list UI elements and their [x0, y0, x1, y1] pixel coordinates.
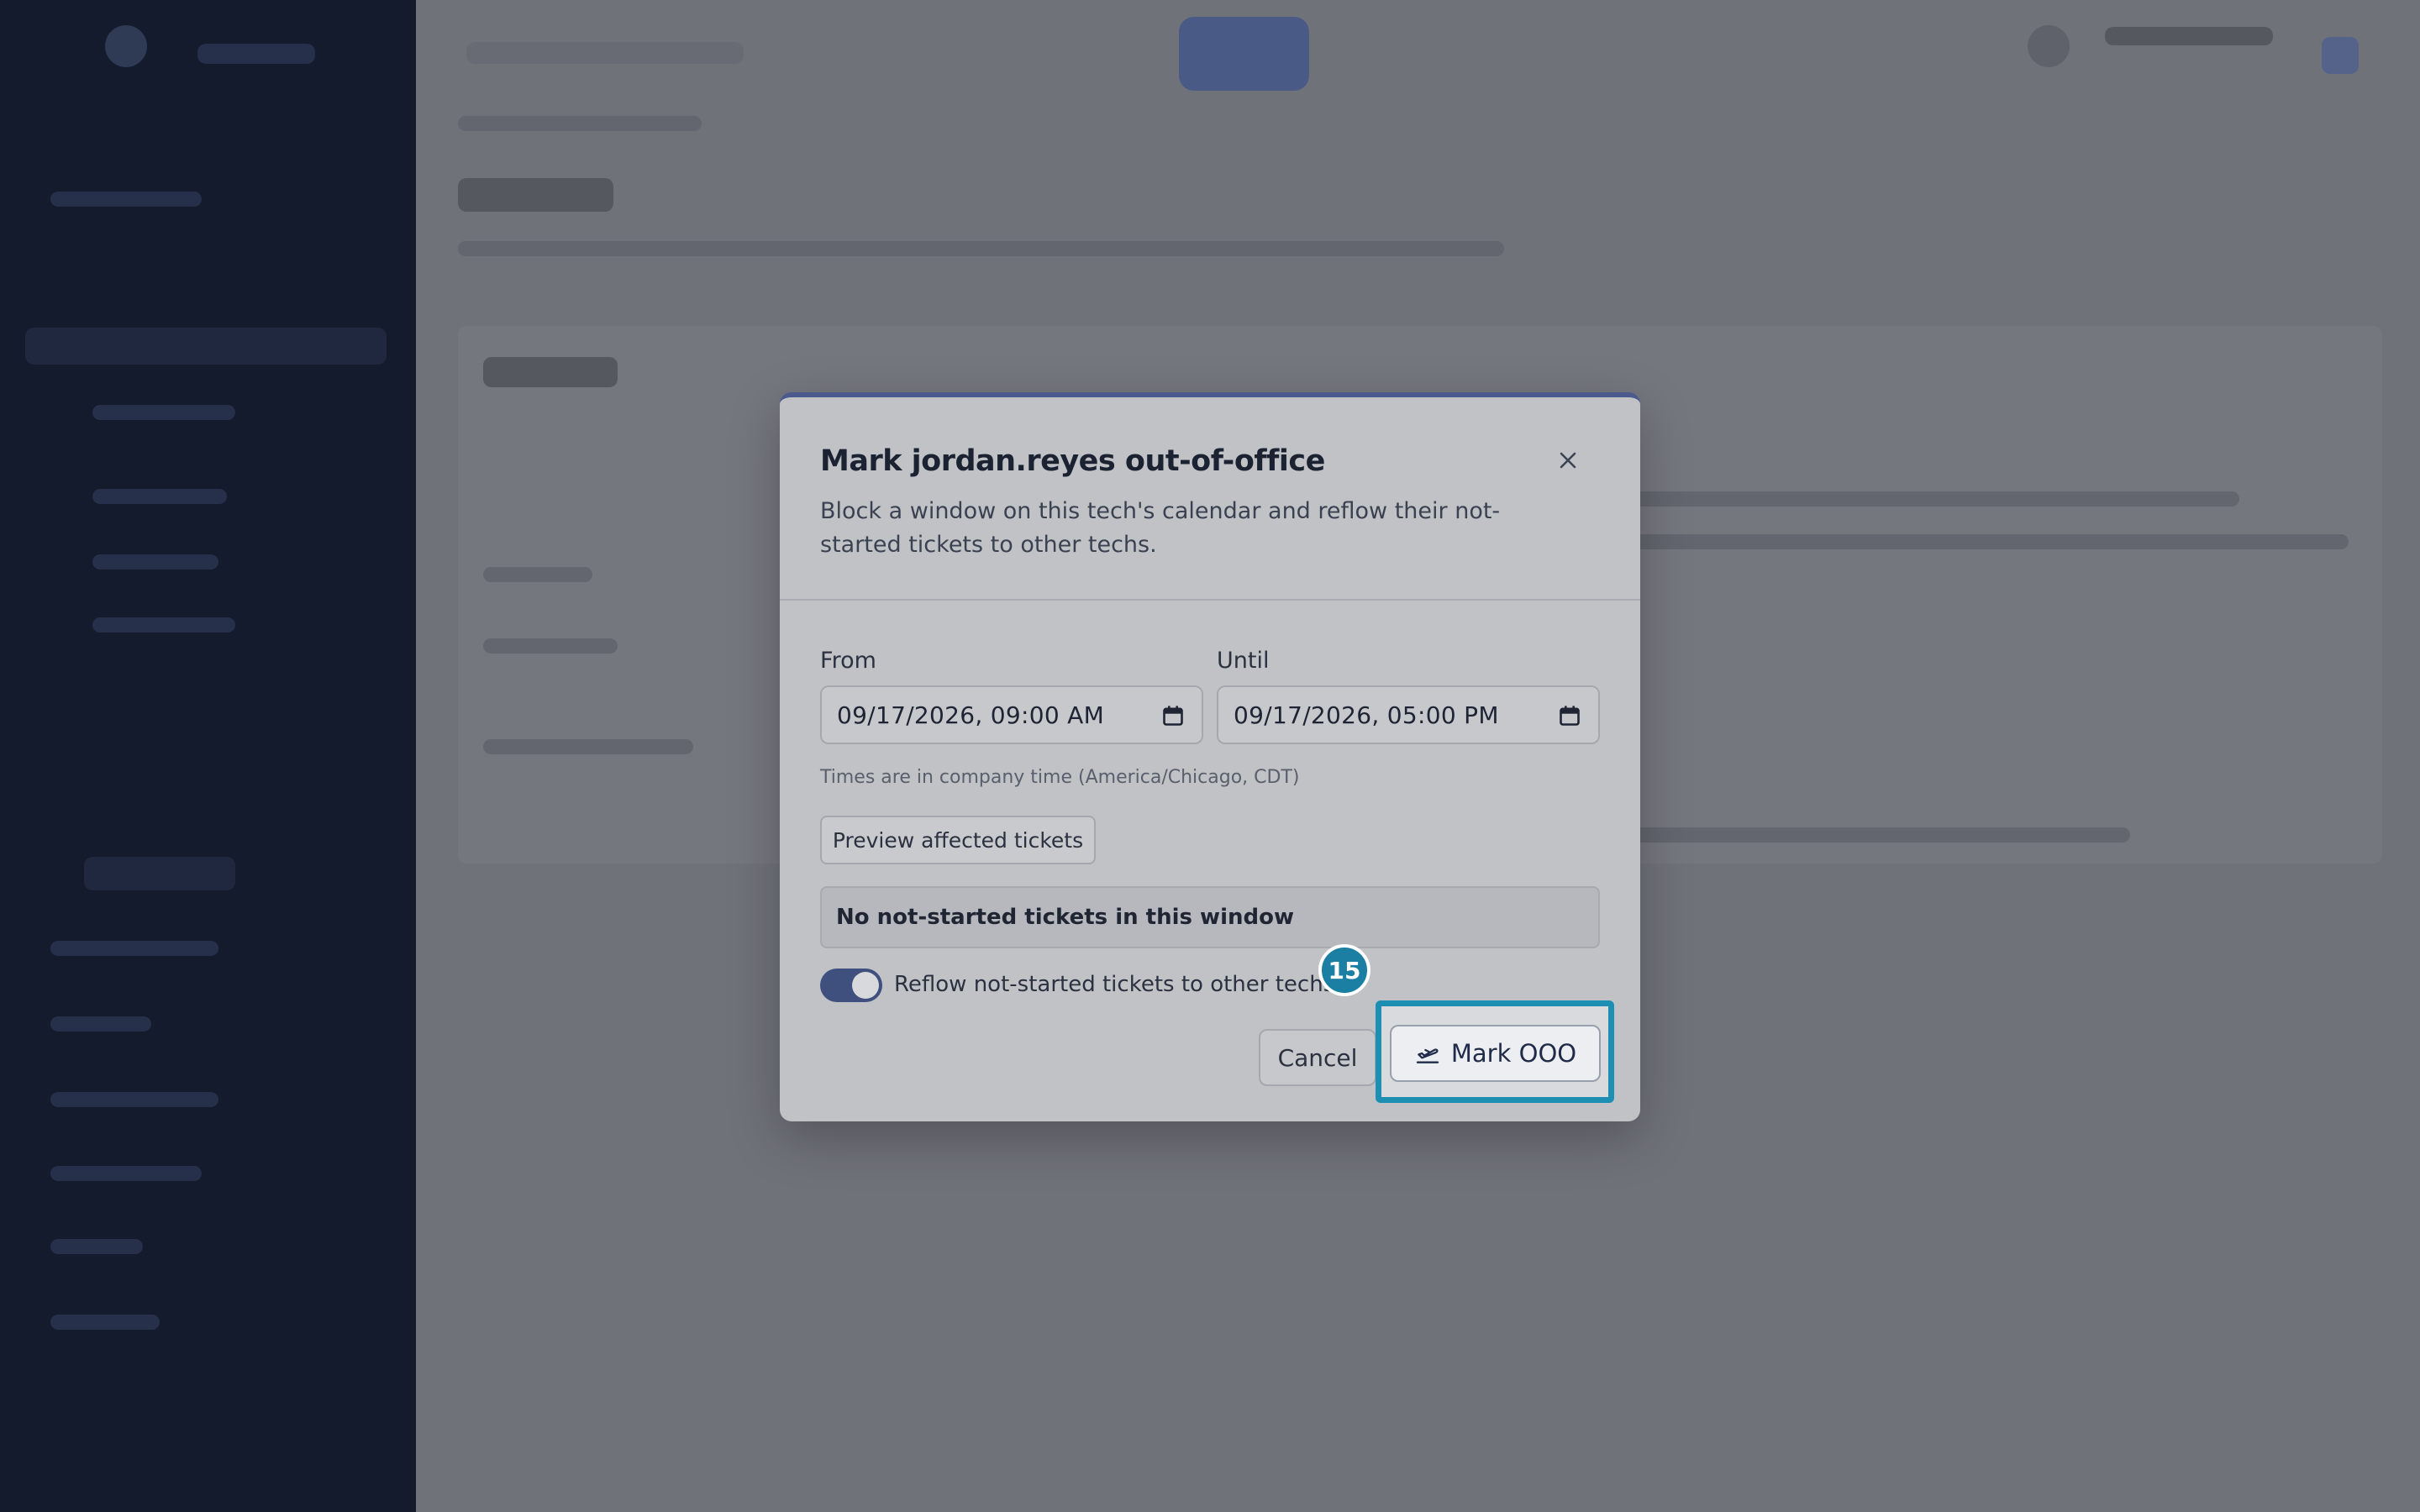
reflow-toggle-label: Reflow not-started tickets to other tech…: [894, 972, 1335, 997]
plane-takeoff-icon: [1416, 1048, 1439, 1063]
divider: [780, 599, 1640, 601]
timezone-note: Times are in company time (America/Chica…: [820, 767, 1300, 788]
card-row: [1634, 534, 2349, 549]
sidebar-sub-active: [84, 857, 235, 890]
close-icon: [1560, 452, 1576, 469]
card-title: [483, 357, 618, 387]
dialog-description: Block a window on this tech's calendar a…: [820, 498, 1501, 558]
until-datetime-input[interactable]: 09/17/2026, 05:00 PM: [1217, 685, 1600, 744]
page-subtitle: [458, 241, 1504, 256]
sidebar-nav-item: [50, 192, 202, 207]
mark-ooo-label: Mark OOO: [1450, 1039, 1577, 1068]
header-button: [1179, 17, 1309, 91]
mark-ooo-button[interactable]: Mark OOO: [1390, 1025, 1601, 1082]
card-row: [483, 638, 618, 654]
preview-affected-tickets-button[interactable]: Preview affected tickets: [820, 816, 1096, 864]
card-row: [483, 567, 592, 582]
sidebar-nav-item: [92, 405, 235, 420]
sidebar-nav-item: [92, 554, 218, 570]
header-user: [2105, 27, 2273, 45]
from-datetime-value: 09/17/2026, 09:00 AM: [837, 701, 1105, 729]
card-row: [1634, 491, 2239, 507]
sidebar-nav-item: [50, 1092, 218, 1107]
sidebar-nav-item: [92, 489, 227, 504]
affected-tickets-status: No not-started tickets in this window: [820, 886, 1600, 948]
sidebar-brand: [197, 44, 315, 64]
cancel-button[interactable]: Cancel: [1259, 1029, 1376, 1086]
toggle-knob: [852, 972, 879, 999]
breadcrumb: [458, 116, 702, 131]
status-message: No not-started tickets in this window: [836, 905, 1294, 930]
sidebar: [0, 0, 416, 1512]
calendar-icon[interactable]: [1161, 704, 1185, 727]
until-datetime-value: 09/17/2026, 05:00 PM: [1234, 701, 1499, 729]
close-button[interactable]: [1554, 446, 1582, 475]
sidebar-logo: [105, 25, 147, 67]
sidebar-nav-item: [50, 1315, 160, 1330]
calendar-icon[interactable]: [1558, 704, 1581, 727]
header-avatar: [2028, 25, 2070, 67]
card-row: [483, 739, 693, 754]
sidebar-nav-item: [50, 1239, 143, 1254]
from-datetime-input[interactable]: 09/17/2026, 09:00 AM: [820, 685, 1203, 744]
sidebar-nav-item: [50, 941, 218, 956]
sidebar-nav-item: [50, 1016, 151, 1032]
sidebar-nav-active: [25, 328, 387, 365]
reflow-toggle[interactable]: [820, 969, 882, 1002]
header-search: [466, 42, 744, 64]
dialog-title: Mark jordan.reyes out-of-office: [820, 444, 1325, 478]
sidebar-nav-item: [92, 617, 235, 633]
page-title: [458, 178, 613, 212]
step-badge: 15: [1318, 944, 1370, 996]
card-row: [1634, 827, 2130, 843]
header-icon: [2322, 37, 2359, 74]
until-label: Until: [1217, 648, 1270, 674]
from-label: From: [820, 648, 876, 674]
sidebar-nav-item: [50, 1166, 202, 1181]
